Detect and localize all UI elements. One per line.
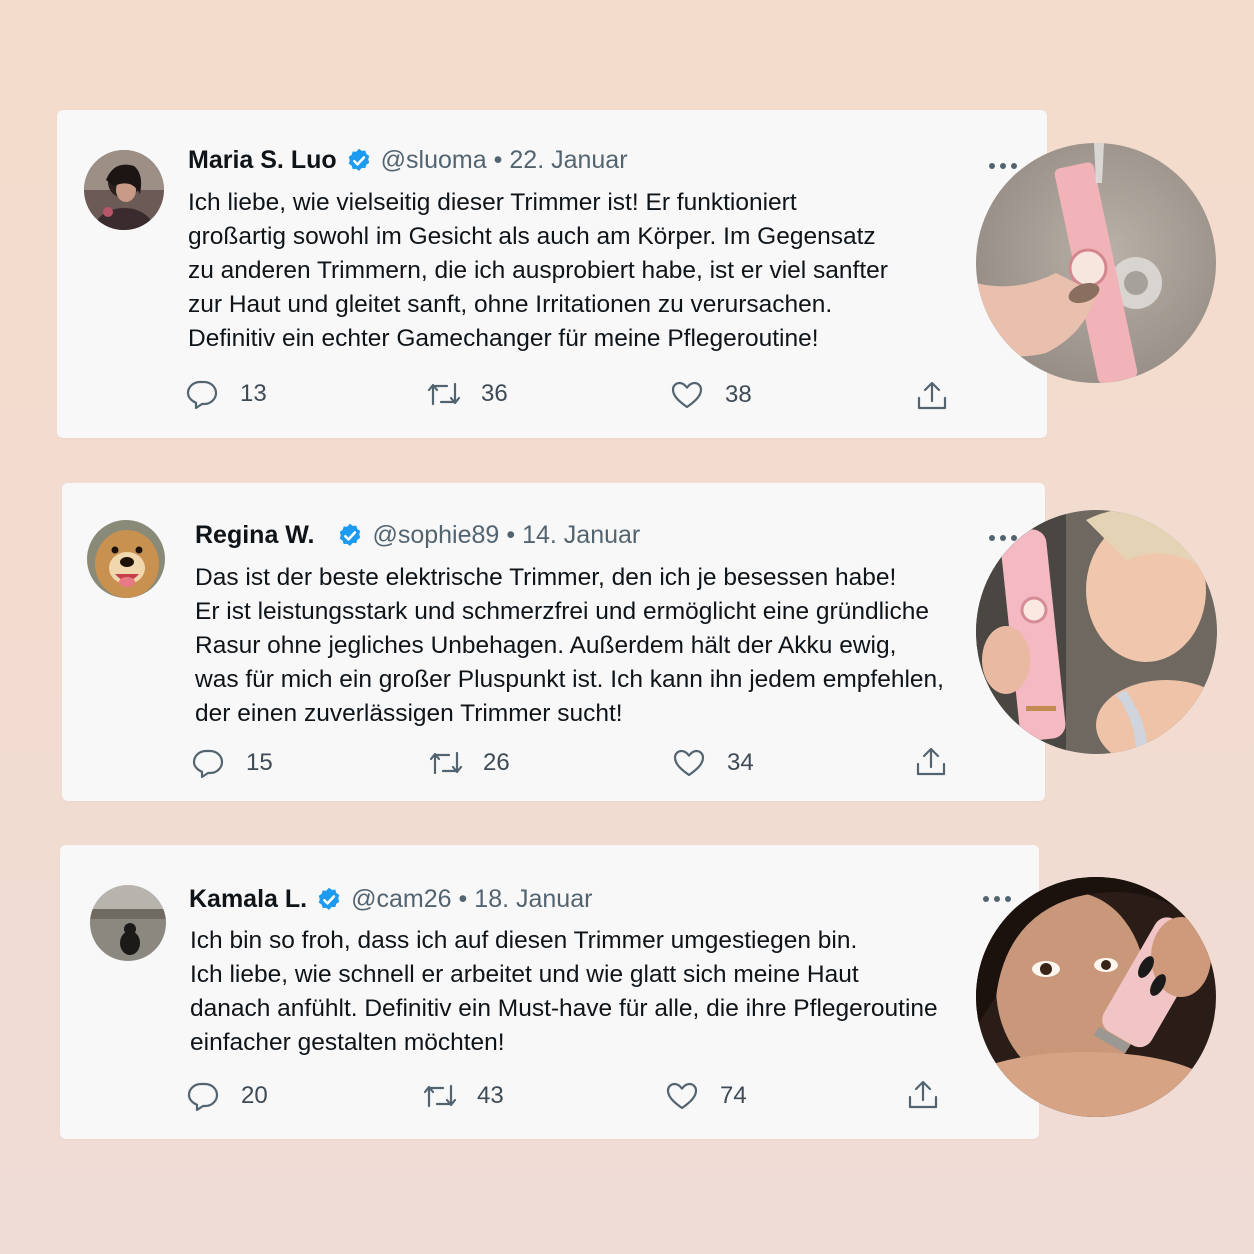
text-line: Er ist leistungsstark und schmerzfrei un… [195,598,929,625]
text-line: Ich bin so froh, dass ich auf diesen Tri… [190,927,858,954]
retweet-count: 36 [481,380,508,407]
retweet-icon [427,382,461,406]
tweet-card: Kamala L. @cam26 • 18. Januar Ich bin so… [60,845,1039,1139]
tweet-date[interactable]: 22. Januar [509,146,627,175]
like-count: 34 [727,749,754,776]
verified-badge-icon [340,523,361,546]
product-photo [976,510,1217,754]
verified-badge-icon [318,887,340,910]
like-icon [671,381,703,409]
reply-button[interactable]: 15 [192,748,273,778]
product-photo [976,143,1216,383]
retweet-count: 26 [483,749,510,776]
author-handle[interactable]: @cam26 [351,885,451,914]
product-photo [976,877,1216,1117]
avatar[interactable] [87,520,165,598]
tweet-text: Ich liebe, wie vielseitig dieser Trimmer… [188,186,888,356]
retweet-icon [429,751,463,775]
tweet-card: Maria S. Luo @sluoma • 22. Januar Ich li… [57,110,1047,438]
more-icon[interactable] [982,894,1012,904]
like-count: 74 [720,1082,747,1109]
retweet-button[interactable]: 43 [422,1082,504,1110]
text-line: der einen zuverlässigen Trimmer sucht! [195,700,623,727]
retweet-button[interactable]: 36 [426,380,508,408]
like-icon [666,1082,698,1110]
avatar[interactable] [84,150,164,230]
verified-badge-icon [348,148,369,171]
like-button[interactable]: 34 [673,749,754,777]
text-line: Definitiv ein echter Gamechanger für mei… [188,325,819,352]
reply-count: 13 [240,380,267,407]
text-line: Das ist der beste elektrische Trimmer, d… [195,564,897,591]
retweet-button[interactable]: 26 [428,749,510,777]
like-button[interactable]: 74 [666,1082,747,1110]
share-icon[interactable] [907,1080,939,1110]
text-line: danach anfühlt. Definitiv ein Must-have … [190,995,938,1022]
like-icon [673,749,705,777]
reply-icon [187,1082,219,1111]
text-line: zu anderen Trimmern, die ich ausprobiert… [188,257,888,284]
tweet-text: Das ist der beste elektrische Trimmer, d… [195,561,944,731]
separator: • [493,146,503,174]
tweet-text: Ich bin so froh, dass ich auf diesen Tri… [190,924,938,1060]
avatar[interactable] [90,885,166,961]
like-button[interactable]: 38 [671,381,752,409]
retweet-count: 43 [477,1082,504,1109]
text-line: einfacher gestalten möchten! [190,1029,505,1056]
reply-count: 20 [241,1082,268,1109]
text-line: zur Haut und gleitet sanft, ohne Irritat… [188,291,833,318]
more-icon[interactable] [988,533,1018,543]
reply-count: 15 [246,749,273,776]
separator: • [506,521,516,549]
tweet-card: Regina W. @sophie89 • 14. Januar Das ist… [62,483,1045,801]
text-line: Rasur ohne jegliches Unbehagen. Außerdem… [195,632,897,659]
text-line: großartig sowohl im Gesicht als auch am … [188,223,876,250]
author-handle[interactable]: @sluoma [381,146,487,175]
text-line: Ich liebe, wie schnell er arbeitet und w… [190,961,859,988]
separator: • [458,885,468,913]
like-count: 38 [725,381,752,408]
reply-icon [192,749,224,778]
tweet-date[interactable]: 18. Januar [474,885,592,914]
author-name[interactable]: Regina W. [195,521,314,550]
text-line: was für mich ein großer Pluspunkt ist. I… [195,666,944,693]
author-handle[interactable]: @sophie89 [372,521,499,550]
reply-button[interactable]: 20 [187,1081,268,1111]
more-icon[interactable] [988,161,1018,171]
author-name[interactable]: Kamala L. [189,885,307,914]
share-icon[interactable] [915,747,947,777]
retweet-icon [423,1084,457,1108]
reply-icon [186,380,218,409]
author-name[interactable]: Maria S. Luo [188,146,337,175]
tweet-date[interactable]: 14. Januar [522,521,640,550]
text-line: Ich liebe, wie vielseitig dieser Trimmer… [188,189,797,216]
share-icon[interactable] [916,381,948,411]
reply-button[interactable]: 13 [186,379,267,409]
